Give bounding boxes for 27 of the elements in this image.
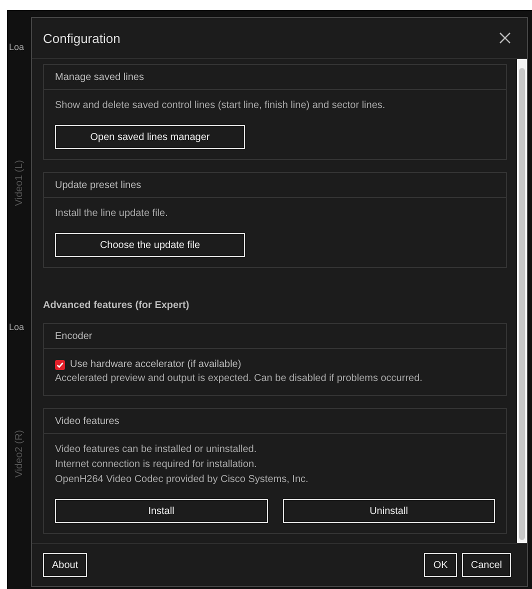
- video-label: Video1 (L): [14, 160, 25, 206]
- scrollbar[interactable]: [517, 59, 527, 543]
- panel-title: Video features: [55, 416, 120, 426]
- side-label: Loa: [9, 322, 24, 332]
- description-text: Install the line update file.: [55, 208, 169, 220]
- checkbox-label: Use hardware accelerator (if available): [70, 359, 242, 370]
- description-text: Accelerated preview and output is expected. Can be disabled if problems occurred.: [55, 373, 424, 385]
- description-text: Video features can be installed or uninstalled.: [55, 444, 258, 456]
- close-icon[interactable]: [499, 32, 511, 44]
- dialog-button[interactable]: OK: [424, 553, 457, 577]
- description-text: OpenH264 Video Codec provided by Cisco Systems, Inc.: [55, 474, 310, 486]
- description-text: Show and delete saved control lines (start line, finish line) and sector lines.: [55, 100, 386, 112]
- action-button[interactable]: Choose the update file: [55, 233, 245, 257]
- dialog-title: Configuration: [43, 30, 120, 46]
- section-heading: Advanced features (for Expert): [43, 300, 190, 311]
- checkbox[interactable]: [55, 360, 65, 370]
- panel-title: Encoder: [55, 330, 92, 342]
- panel-title: Update preset lines: [55, 180, 142, 190]
- side-label: Loa: [9, 42, 24, 52]
- about-button[interactable]: About: [43, 553, 88, 577]
- video-label: Video2 (R): [14, 430, 25, 478]
- panel-title: Manage saved lines: [55, 72, 144, 82]
- dialog-button[interactable]: Cancel: [462, 553, 511, 577]
- action-button[interactable]: Uninstall: [282, 499, 495, 523]
- action-button[interactable]: Open saved lines manager: [55, 125, 245, 149]
- description-text: Internet connection is required for installation.: [55, 459, 258, 471]
- action-button[interactable]: Install: [55, 499, 268, 523]
